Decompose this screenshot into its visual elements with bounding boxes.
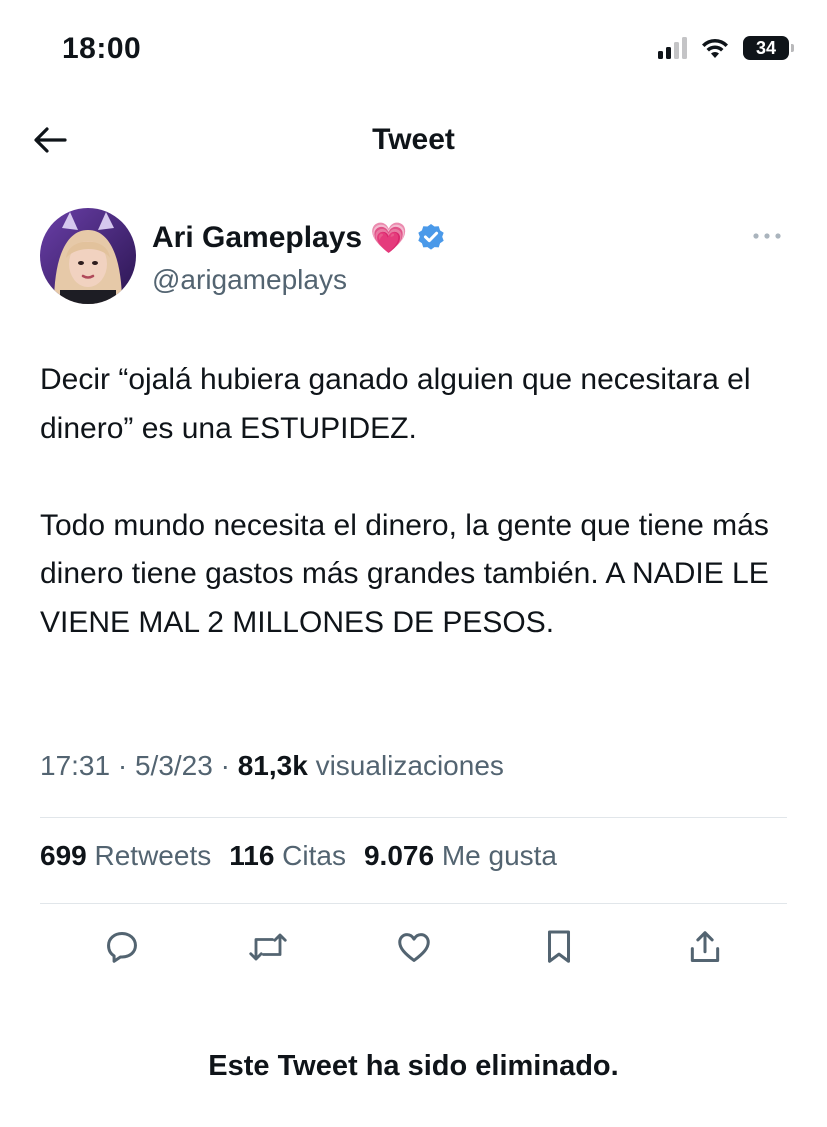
- tweet-date[interactable]: 5/3/23: [135, 750, 213, 781]
- like-icon: [397, 933, 430, 962]
- page-title: Tweet: [372, 123, 455, 156]
- retweets-stat[interactable]: 699 Retweets: [40, 840, 211, 872]
- action-bar: [40, 925, 787, 975]
- battery-icon: 34: [743, 36, 794, 60]
- retweets-count: 699: [40, 840, 87, 871]
- bookmark-icon: [548, 930, 571, 963]
- share-button[interactable]: [683, 925, 727, 969]
- display-name[interactable]: Ari Gameplays: [152, 221, 362, 255]
- views-label: visualizaciones: [315, 750, 504, 781]
- status-icons: 34: [658, 36, 794, 60]
- nav-bar: Tweet: [0, 110, 827, 170]
- reply-icon: [107, 932, 137, 963]
- status-time: 18:00: [62, 32, 142, 65]
- avatar-image: [40, 208, 136, 304]
- signal-icon: [658, 37, 687, 59]
- divider: [40, 817, 787, 818]
- likes-stat[interactable]: 9.076 Me gusta: [364, 840, 557, 872]
- verified-badge-icon: [418, 224, 445, 250]
- meta-separator: ·: [220, 750, 230, 781]
- tweet-time[interactable]: 17:31: [40, 750, 110, 781]
- likes-label: Me gusta: [441, 840, 557, 871]
- bookmark-button[interactable]: [537, 925, 581, 969]
- author-text: Ari Gameplays 💗 @arigameplays: [152, 218, 447, 296]
- status-bar: 18:00 34: [0, 0, 827, 100]
- avatar[interactable]: [40, 208, 136, 304]
- heart-emoji-icon: 💗: [370, 220, 408, 256]
- retweets-label: Retweets: [94, 840, 212, 871]
- quotes-count: 116: [229, 840, 275, 871]
- wifi-icon: [702, 38, 728, 58]
- more-icon: [753, 233, 781, 239]
- divider: [40, 903, 787, 904]
- like-button[interactable]: [392, 925, 436, 969]
- views-count: 81,3k: [237, 750, 308, 781]
- author-handle[interactable]: @arigameplays: [152, 264, 447, 296]
- tweet-meta: 17:31 · 5/3/23 · 81,3k visualizaciones: [40, 750, 504, 782]
- reply-button[interactable]: [100, 925, 144, 969]
- share-icon: [690, 931, 720, 962]
- tweet-text: Decir “ojalá hubiera ganado alguien que …: [40, 363, 769, 639]
- tweet-stats: 699 Retweets 116 Citas 9.076 Me gusta: [40, 840, 557, 872]
- deleted-notice: Este Tweet ha sido eliminado.: [208, 1050, 619, 1082]
- quotes-label: Citas: [282, 840, 346, 871]
- likes-count: 9.076: [363, 840, 435, 871]
- quotes-stat[interactable]: 116 Citas: [229, 840, 346, 872]
- retweet-button[interactable]: [246, 925, 290, 969]
- meta-separator: ·: [117, 750, 128, 781]
- more-options-button[interactable]: [747, 226, 787, 246]
- tweet-author: Ari Gameplays 💗 @arigameplays: [40, 208, 787, 308]
- name-row: Ari Gameplays 💗: [152, 218, 447, 258]
- battery-level: 34: [755, 37, 777, 58]
- retweet-icon: [249, 933, 287, 961]
